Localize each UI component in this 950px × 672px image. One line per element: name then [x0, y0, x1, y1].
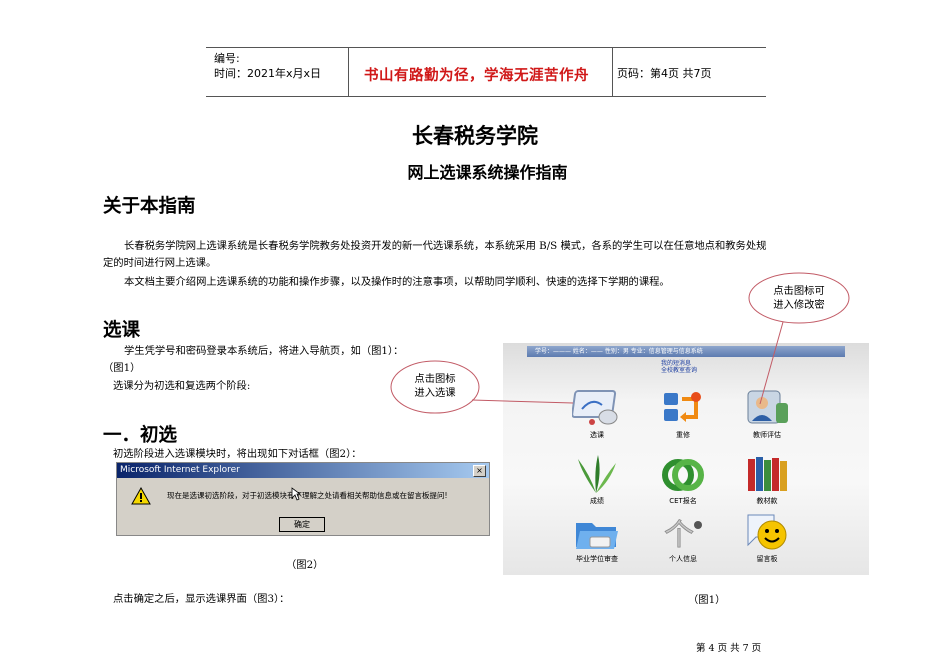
callout-pointer: [759, 321, 784, 405]
page-footer: 第 4 页 共 7 页: [696, 643, 762, 654]
callout-graphics: [390, 272, 850, 414]
callout-line: 进入选课: [414, 387, 456, 399]
callout-line: 进入修改密: [773, 299, 825, 311]
callout-enter-course: 点击图标 进入选课: [395, 372, 475, 400]
callout-line: 点击图标: [414, 373, 456, 385]
callout-modify-password: 点击图标可 进入修改密: [754, 284, 844, 312]
callout-pointer: [471, 399, 574, 404]
callout-line: 点击图标可: [773, 285, 825, 297]
